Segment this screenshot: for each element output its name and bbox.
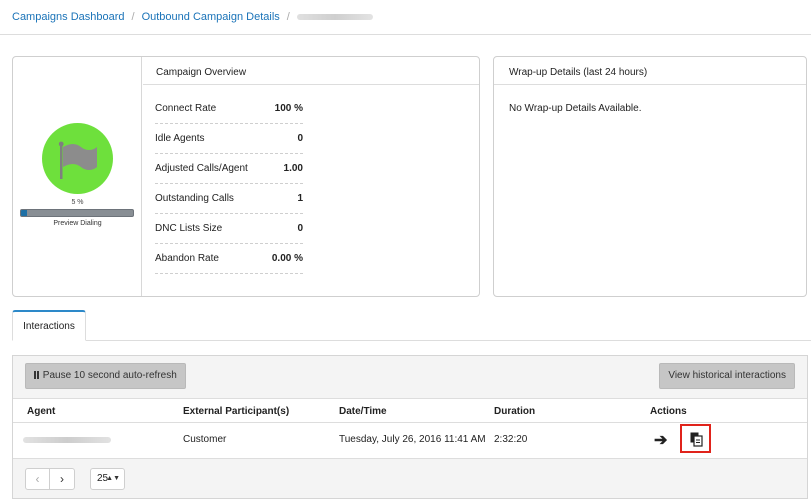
stat-label: Abandon Rate bbox=[155, 253, 219, 264]
wrapup-title: Wrap-up Details (last 24 hours) bbox=[509, 67, 648, 78]
external-participant-cell: Customer bbox=[183, 434, 227, 445]
stat-label: Outstanding Calls bbox=[155, 193, 234, 204]
tab-interactions[interactable]: Interactions bbox=[12, 310, 86, 341]
flag-icon bbox=[58, 141, 97, 179]
column-header-agent[interactable]: Agent bbox=[27, 406, 55, 417]
date-time-cell: Tuesday, July 26, 2016 11:41 AM bbox=[339, 434, 486, 445]
stat-abandon-rate: Abandon Rate 0.00 % bbox=[155, 244, 303, 274]
stat-value: 100 % bbox=[274, 103, 303, 114]
stat-value: 0 bbox=[297, 223, 303, 234]
interactions-grid: Pause 10 second auto-refresh View histor… bbox=[12, 355, 808, 499]
header-divider bbox=[0, 34, 811, 35]
breadcrumb-campaigns-dashboard[interactable]: Campaigns Dashboard bbox=[12, 11, 125, 23]
pause-icon bbox=[34, 370, 40, 381]
progress-bar-fill bbox=[21, 210, 27, 216]
breadcrumb-current-redacted bbox=[296, 14, 373, 20]
stat-label: Idle Agents bbox=[155, 133, 205, 144]
column-header-duration[interactable]: Duration bbox=[494, 406, 535, 417]
page-size-select[interactable]: 25 ▲▼ bbox=[90, 468, 125, 490]
previous-page-button[interactable]: ‹ bbox=[26, 469, 50, 489]
wrapup-details-panel: Wrap-up Details (last 24 hours) No Wrap-… bbox=[493, 56, 807, 297]
stat-value: 0 bbox=[297, 133, 303, 144]
stat-label: DNC Lists Size bbox=[155, 223, 223, 234]
tabs-divider bbox=[12, 340, 811, 341]
stat-adjusted-calls-agent: Adjusted Calls/Agent 1.00 bbox=[155, 154, 303, 184]
copy-interaction-button[interactable] bbox=[680, 424, 711, 453]
wrapup-empty-message: No Wrap-up Details Available. bbox=[509, 103, 642, 114]
breadcrumb-separator: / bbox=[131, 11, 135, 23]
table-row[interactable]: Customer Tuesday, July 26, 2016 11:41 AM… bbox=[13, 423, 807, 459]
column-header-actions: Actions bbox=[650, 406, 687, 417]
campaign-status-indicator: 5 % Preview Dialing bbox=[13, 57, 142, 296]
breadcrumb: Campaigns Dashboard / Outbound Campaign … bbox=[12, 11, 373, 23]
stat-outstanding-calls: Outstanding Calls 1 bbox=[155, 184, 303, 214]
breadcrumb-separator: / bbox=[286, 11, 290, 23]
stat-value: 1 bbox=[297, 193, 303, 204]
copy-icon bbox=[690, 432, 703, 447]
stat-connect-rate: Connect Rate 100 % bbox=[155, 94, 303, 124]
next-page-button[interactable]: › bbox=[50, 469, 74, 489]
arrow-right-icon[interactable]: ➔ bbox=[654, 430, 667, 450]
pagination: ‹ › bbox=[25, 468, 75, 490]
select-caret-icon: ▲▼ bbox=[106, 475, 120, 482]
stat-value: 0.00 % bbox=[271, 253, 303, 264]
duration-cell: 2:32:20 bbox=[494, 434, 528, 445]
table-header: Agent External Participant(s) Date/Time … bbox=[13, 398, 807, 423]
column-header-external-participants[interactable]: External Participant(s) bbox=[183, 406, 289, 417]
dialing-mode: Preview Dialing bbox=[53, 220, 102, 227]
column-header-date-time[interactable]: Date/Time bbox=[339, 406, 387, 417]
stat-dnc-lists-size: DNC Lists Size 0 bbox=[155, 214, 303, 244]
stat-value: 1.00 bbox=[283, 163, 303, 174]
wrapup-header-divider bbox=[494, 84, 806, 85]
progress-percent: 5 % bbox=[71, 199, 84, 206]
agent-name-redacted bbox=[23, 437, 111, 443]
campaign-overview-panel: 5 % Preview Dialing Campaign Overview Co… bbox=[12, 56, 480, 297]
overview-header-divider bbox=[143, 84, 479, 85]
stat-label: Adjusted Calls/Agent bbox=[155, 163, 248, 174]
stat-label: Connect Rate bbox=[155, 103, 217, 114]
progress-bar bbox=[20, 209, 134, 217]
breadcrumb-outbound-campaign-details[interactable]: Outbound Campaign Details bbox=[142, 11, 280, 23]
pause-button-label: Pause 10 second auto-refresh bbox=[42, 370, 177, 381]
view-historical-interactions-button[interactable]: View historical interactions bbox=[659, 363, 795, 389]
overview-stats: Connect Rate 100 % Idle Agents 0 Adjusted … bbox=[155, 94, 303, 274]
stat-idle-agents: Idle Agents 0 bbox=[155, 124, 303, 154]
status-circle bbox=[42, 123, 113, 194]
campaign-overview-title: Campaign Overview bbox=[156, 67, 247, 78]
pause-auto-refresh-button[interactable]: Pause 10 second auto-refresh bbox=[25, 363, 186, 389]
